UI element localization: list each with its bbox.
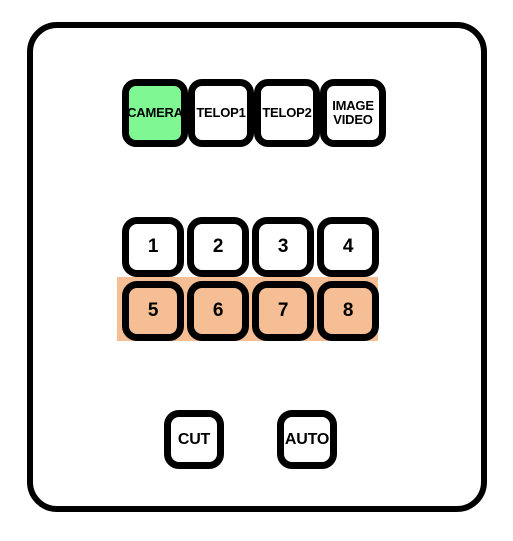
bus-key-8-label: 8 <box>342 299 354 321</box>
source-key-telop2[interactable]: TELOP2 <box>254 79 320 147</box>
bus-key-5-label: 5 <box>147 299 159 321</box>
bus-key-2[interactable]: 2 <box>187 217 249 277</box>
bus-key-4[interactable]: 4 <box>317 217 379 277</box>
bus-key-3[interactable]: 3 <box>252 217 314 277</box>
transition-key-cut[interactable]: CUT <box>164 410 224 469</box>
bus-key-4-label: 4 <box>342 235 354 257</box>
source-key-telop2-label: TELOP2 <box>262 105 312 121</box>
bus-key-2-label: 2 <box>212 235 224 257</box>
bus-key-8[interactable]: 8 <box>317 281 379 341</box>
bus-key-1-label: 1 <box>147 235 159 257</box>
bus-key-7-label: 7 <box>277 299 289 321</box>
source-key-image-video-label-line2: VIDEO <box>333 112 373 127</box>
bus-key-6-label: 6 <box>212 299 224 321</box>
bus-key-5[interactable]: 5 <box>122 281 184 341</box>
source-key-telop1[interactable]: TELOP1 <box>188 79 254 147</box>
bus-key-6[interactable]: 6 <box>187 281 249 341</box>
bus-key-1[interactable]: 1 <box>122 217 184 277</box>
switcher-panel-root: CAMERA TELOP1 TELOP2 IMAGE VIDEO 1 2 3 4… <box>0 0 513 541</box>
source-key-telop1-label: TELOP1 <box>196 105 246 121</box>
transition-key-cut-label: CUT <box>177 430 211 448</box>
source-key-image-video-label: IMAGE VIDEO <box>332 99 374 127</box>
source-key-image-video-label-line1: IMAGE <box>332 98 374 114</box>
transition-key-auto[interactable]: AUTO <box>277 410 337 469</box>
bus-key-7[interactable]: 7 <box>252 281 314 341</box>
bus-key-3-label: 3 <box>277 235 289 257</box>
source-key-camera[interactable]: CAMERA <box>122 79 188 147</box>
transition-key-auto-label: AUTO <box>284 430 330 448</box>
source-key-image-video[interactable]: IMAGE VIDEO <box>320 79 386 147</box>
source-key-camera-label: CAMERA <box>127 105 183 121</box>
